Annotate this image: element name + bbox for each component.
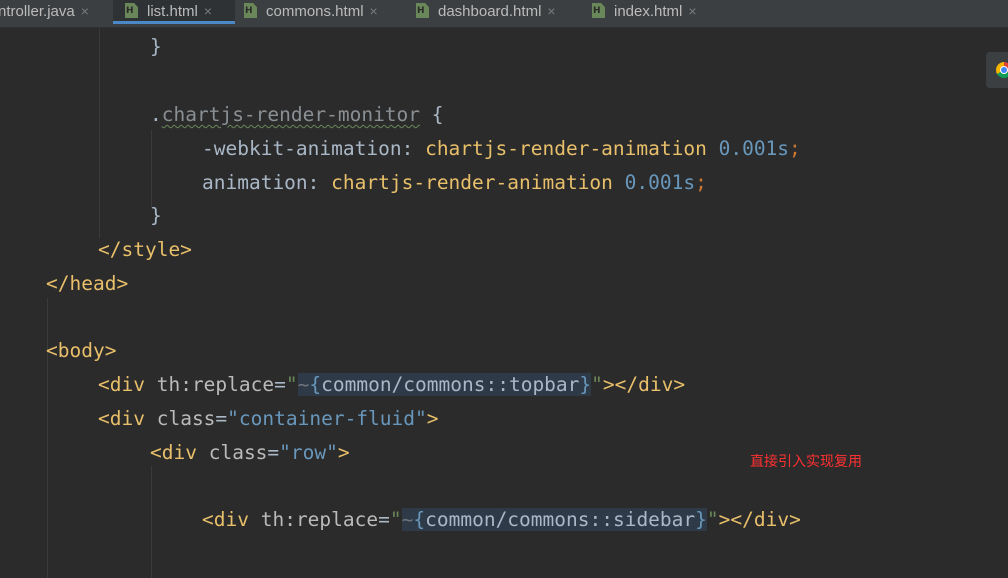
tab-list-html[interactable]: Hlist.html × (113, 0, 235, 24)
indent-guide (99, 28, 100, 238)
code-line: <body> (46, 339, 117, 362)
code-line: animation: chartjs-render-animation 0.00… (202, 171, 707, 194)
annotation-note: 直接引入实现复用 (750, 454, 862, 470)
html-file-icon: H (125, 3, 139, 19)
indent-guide (151, 130, 152, 208)
html-file-icon: H (592, 3, 606, 19)
code-line: <div class="container-fluid"> (98, 407, 439, 430)
code-line: </head> (46, 272, 129, 295)
chrome-icon[interactable] (996, 62, 1008, 78)
code-editor[interactable]: } .chartjs-render-monitor { -webkit-anim… (0, 28, 1008, 578)
tab-label: ntroller.java (0, 3, 75, 20)
tab-label: list.html (147, 3, 198, 20)
code-line: <div th:replace="~{common/commons::sideb… (202, 508, 801, 531)
tab-controller-java[interactable]: ntroller.java × (0, 0, 110, 27)
tab-label: dashboard.html (438, 3, 542, 20)
close-icon[interactable]: × (370, 3, 378, 19)
indent-guide (151, 466, 152, 578)
code-line: -webkit-animation: chartjs-render-animat… (202, 137, 801, 160)
code-line: <div th:replace="~{common/commons::topba… (98, 373, 686, 396)
tab-commons-html[interactable]: Hcommons.html × (244, 0, 404, 27)
editor-tab-bar: ntroller.java × Hlist.html × Hcommons.html… (0, 0, 1008, 28)
browser-preview-widget[interactable] (986, 52, 1008, 88)
close-icon[interactable]: × (81, 3, 89, 19)
tab-dashboard-html[interactable]: Hdashboard.html × (416, 0, 582, 27)
code-line: .chartjs-render-monitor { (150, 103, 444, 126)
code-line: } (150, 204, 162, 227)
tab-label: index.html (614, 3, 683, 20)
code-line: <div class="row"> (150, 441, 350, 464)
close-icon[interactable]: × (547, 3, 555, 19)
html-file-icon: H (416, 3, 430, 19)
tab-label: commons.html (266, 3, 364, 20)
code-line: } (150, 35, 162, 58)
tab-index-html[interactable]: Hindex.html × (592, 0, 722, 27)
close-icon[interactable]: × (688, 3, 696, 19)
close-icon[interactable]: × (204, 3, 212, 19)
html-file-icon: H (244, 3, 258, 19)
code-line: </style> (98, 238, 192, 261)
